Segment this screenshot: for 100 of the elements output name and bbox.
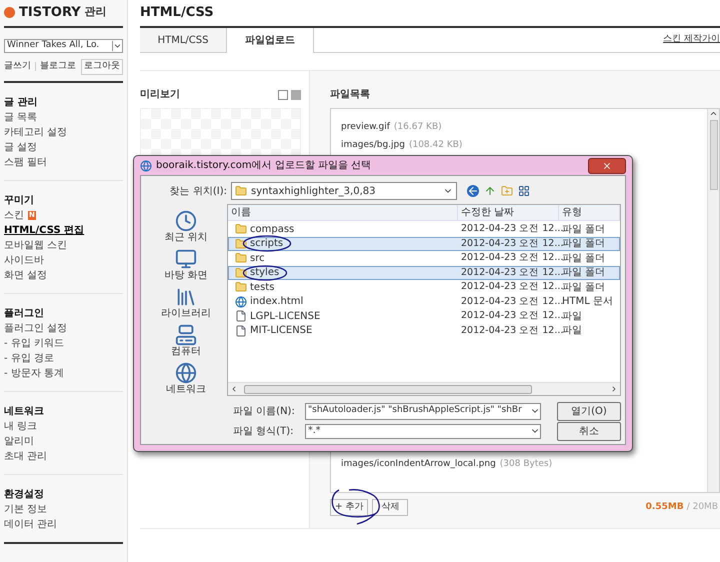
close-icon	[602, 160, 612, 170]
file-row[interactable]: scripts 2012-04-23 오전 12...파일 폴더	[228, 236, 620, 251]
preview-title: 미리보기	[140, 88, 180, 102]
place-label[interactable]: 바탕 화면	[164, 270, 208, 282]
file-size: (108.42 KB)	[408, 139, 462, 152]
section-title: 네트워크	[4, 404, 45, 418]
file-name[interactable]: preview.gif	[341, 121, 390, 135]
sidebar-item[interactable]: 스팸 필터	[4, 154, 48, 170]
sidebar-item[interactable]: 내 링크	[4, 418, 38, 434]
file-row[interactable]: index.html 2012-04-23 오전 12...HTML 문서	[228, 294, 620, 309]
file-name[interactable]: images/bg.jpg	[341, 139, 405, 153]
scrollbar[interactable]	[707, 109, 719, 492]
folder-icon	[235, 223, 247, 236]
scrollbar-thumb[interactable]	[244, 384, 532, 394]
file-name[interactable]: index.html	[250, 294, 304, 310]
guide-link[interactable]: 스킨 제작가이	[663, 33, 720, 47]
scrollbar-thumb[interactable]	[710, 120, 718, 190]
logout-button[interactable]: 로그아웃	[81, 59, 123, 74]
sidebar-item[interactable]: 카테고리 설정	[4, 124, 68, 140]
logo[interactable]: TISTORY	[19, 2, 81, 22]
file-row[interactable]: MIT-LICENSE 2012-04-23 오전 12...파일	[228, 324, 620, 338]
column-header[interactable]: 유형	[559, 205, 620, 220]
horizontal-scrollbar[interactable]	[228, 382, 620, 395]
file-type-select[interactable]: *.*	[305, 424, 541, 438]
sidebar-item[interactable]: 사이드바	[4, 252, 44, 268]
sidebar-item[interactable]: HTML/CSS 편집	[4, 222, 84, 238]
file-name[interactable]: compass	[250, 222, 294, 237]
place-label[interactable]: 네트워크	[166, 384, 206, 396]
file-name[interactable]: src	[250, 250, 265, 266]
ink-circle	[242, 235, 292, 252]
globe-icon[interactable]	[175, 362, 197, 384]
folder-icon	[235, 281, 247, 294]
browser-icon	[140, 160, 152, 172]
view-menu-icon[interactable]	[518, 185, 530, 197]
sidebar-item[interactable]: 초대 관리	[4, 448, 48, 464]
file-name[interactable]: LGPL-LICENSE	[250, 308, 320, 324]
scroll-left-icon[interactable]	[230, 385, 238, 393]
file-name[interactable]: tests	[250, 280, 274, 295]
file-row[interactable]: LGPL-LICENSE 2012-04-23 오전 12...파일	[228, 309, 620, 324]
column-header[interactable]: 이름	[228, 205, 458, 220]
scroll-right-icon[interactable]	[610, 385, 618, 393]
add-button[interactable]: + 추가	[330, 499, 368, 516]
place-label[interactable]: 최근 위치	[164, 232, 208, 244]
file-row[interactable]: tests 2012-04-23 오전 12...파일 폴더	[228, 280, 620, 294]
sidebar-item[interactable]: 스킨	[4, 208, 24, 222]
file-size: (16.67 KB)	[394, 121, 442, 134]
sidebar-item[interactable]: 기본 정보	[4, 502, 48, 516]
file-name-label: 파일 이름(N):	[233, 404, 296, 418]
file-row[interactable]: styles 2012-04-23 오전 12...파일 폴더	[228, 266, 620, 280]
place-label[interactable]: 컴퓨터	[171, 346, 201, 358]
sidebar-item[interactable]: - 유입 경로	[4, 350, 54, 366]
up-folder-icon[interactable]	[484, 185, 496, 197]
sidebar-item[interactable]: 플러그인 설정	[4, 320, 68, 336]
file-name[interactable]: images/iconIndentArrow_local.png	[341, 458, 496, 472]
file-type-label: 파일 형식(T):	[233, 424, 294, 438]
library-icon[interactable]	[175, 286, 197, 308]
file-size: (308 Bytes)	[500, 458, 552, 472]
close-button[interactable]	[588, 158, 626, 174]
file-name-field[interactable]: "shAutoloader.js" "shBrushAppleScript.js" "shBr	[305, 402, 541, 420]
section-title: 플러그인	[4, 306, 45, 320]
delete-button[interactable]: 삭제	[372, 499, 408, 516]
dialog-title: booraik.tistory.com에서 업로드할 파일을 선택	[156, 159, 372, 173]
file-icon	[235, 324, 247, 337]
sidebar-item[interactable]: - 유입 키워드	[4, 336, 64, 350]
sidebar-item[interactable]: - 방문자 통계	[4, 366, 64, 380]
cancel-button[interactable]: 취소	[557, 422, 621, 440]
file-row[interactable]: src 2012-04-23 오전 12...파일 폴더	[228, 251, 620, 266]
sidebar-item[interactable]: 글 설정	[4, 140, 38, 154]
monitor-icon[interactable]	[175, 248, 197, 270]
column-header[interactable]: 수정한 날짜	[458, 205, 559, 220]
folder-icon	[235, 252, 247, 264]
top-link[interactable]: 블로그로	[40, 60, 76, 74]
storage-used: 0.55MB	[646, 500, 684, 514]
sidebar-item[interactable]: 화면 설정	[4, 268, 48, 282]
computer-icon[interactable]	[175, 324, 197, 346]
sidebar-item[interactable]: 알리미	[4, 434, 34, 448]
scroll-up-icon[interactable]	[709, 109, 718, 118]
ink-circle	[242, 265, 288, 281]
section-title: 꾸미기	[4, 194, 35, 208]
tab[interactable]: 파일업로드	[227, 28, 314, 53]
file-name[interactable]: MIT-LICENSE	[250, 323, 312, 338]
file-list-title: 파일목록	[330, 88, 371, 102]
tab[interactable]: HTML/CSS	[140, 28, 227, 52]
page-title: HTML/CSS	[140, 4, 215, 22]
look-in-label: 찾는 위치(I):	[168, 184, 228, 198]
file-icon	[235, 310, 247, 322]
section-title: 글 관리	[4, 96, 38, 110]
clock-icon[interactable]	[175, 210, 197, 232]
back-icon[interactable]	[467, 185, 479, 197]
file-row[interactable]: compass 2012-04-23 오전 12...파일 폴더	[228, 222, 620, 236]
sidebar-item[interactable]: 글 목록	[4, 110, 38, 124]
sidebar-item[interactable]: 데이터 관리	[4, 516, 58, 532]
look-in-select[interactable]: syntaxhighlighter_3,0,83	[231, 182, 457, 200]
globe-icon	[235, 296, 247, 308]
sidebar-item[interactable]: 모바일웹 스킨	[4, 238, 68, 252]
blog-select[interactable]: Winner Takes All, Lo.	[4, 39, 123, 53]
place-label[interactable]: 라이브러리	[161, 308, 211, 320]
logo-suffix: 관리	[84, 4, 107, 20]
top-link[interactable]: 글쓰기	[4, 60, 31, 74]
open-button[interactable]: 열기(O)	[557, 402, 621, 420]
